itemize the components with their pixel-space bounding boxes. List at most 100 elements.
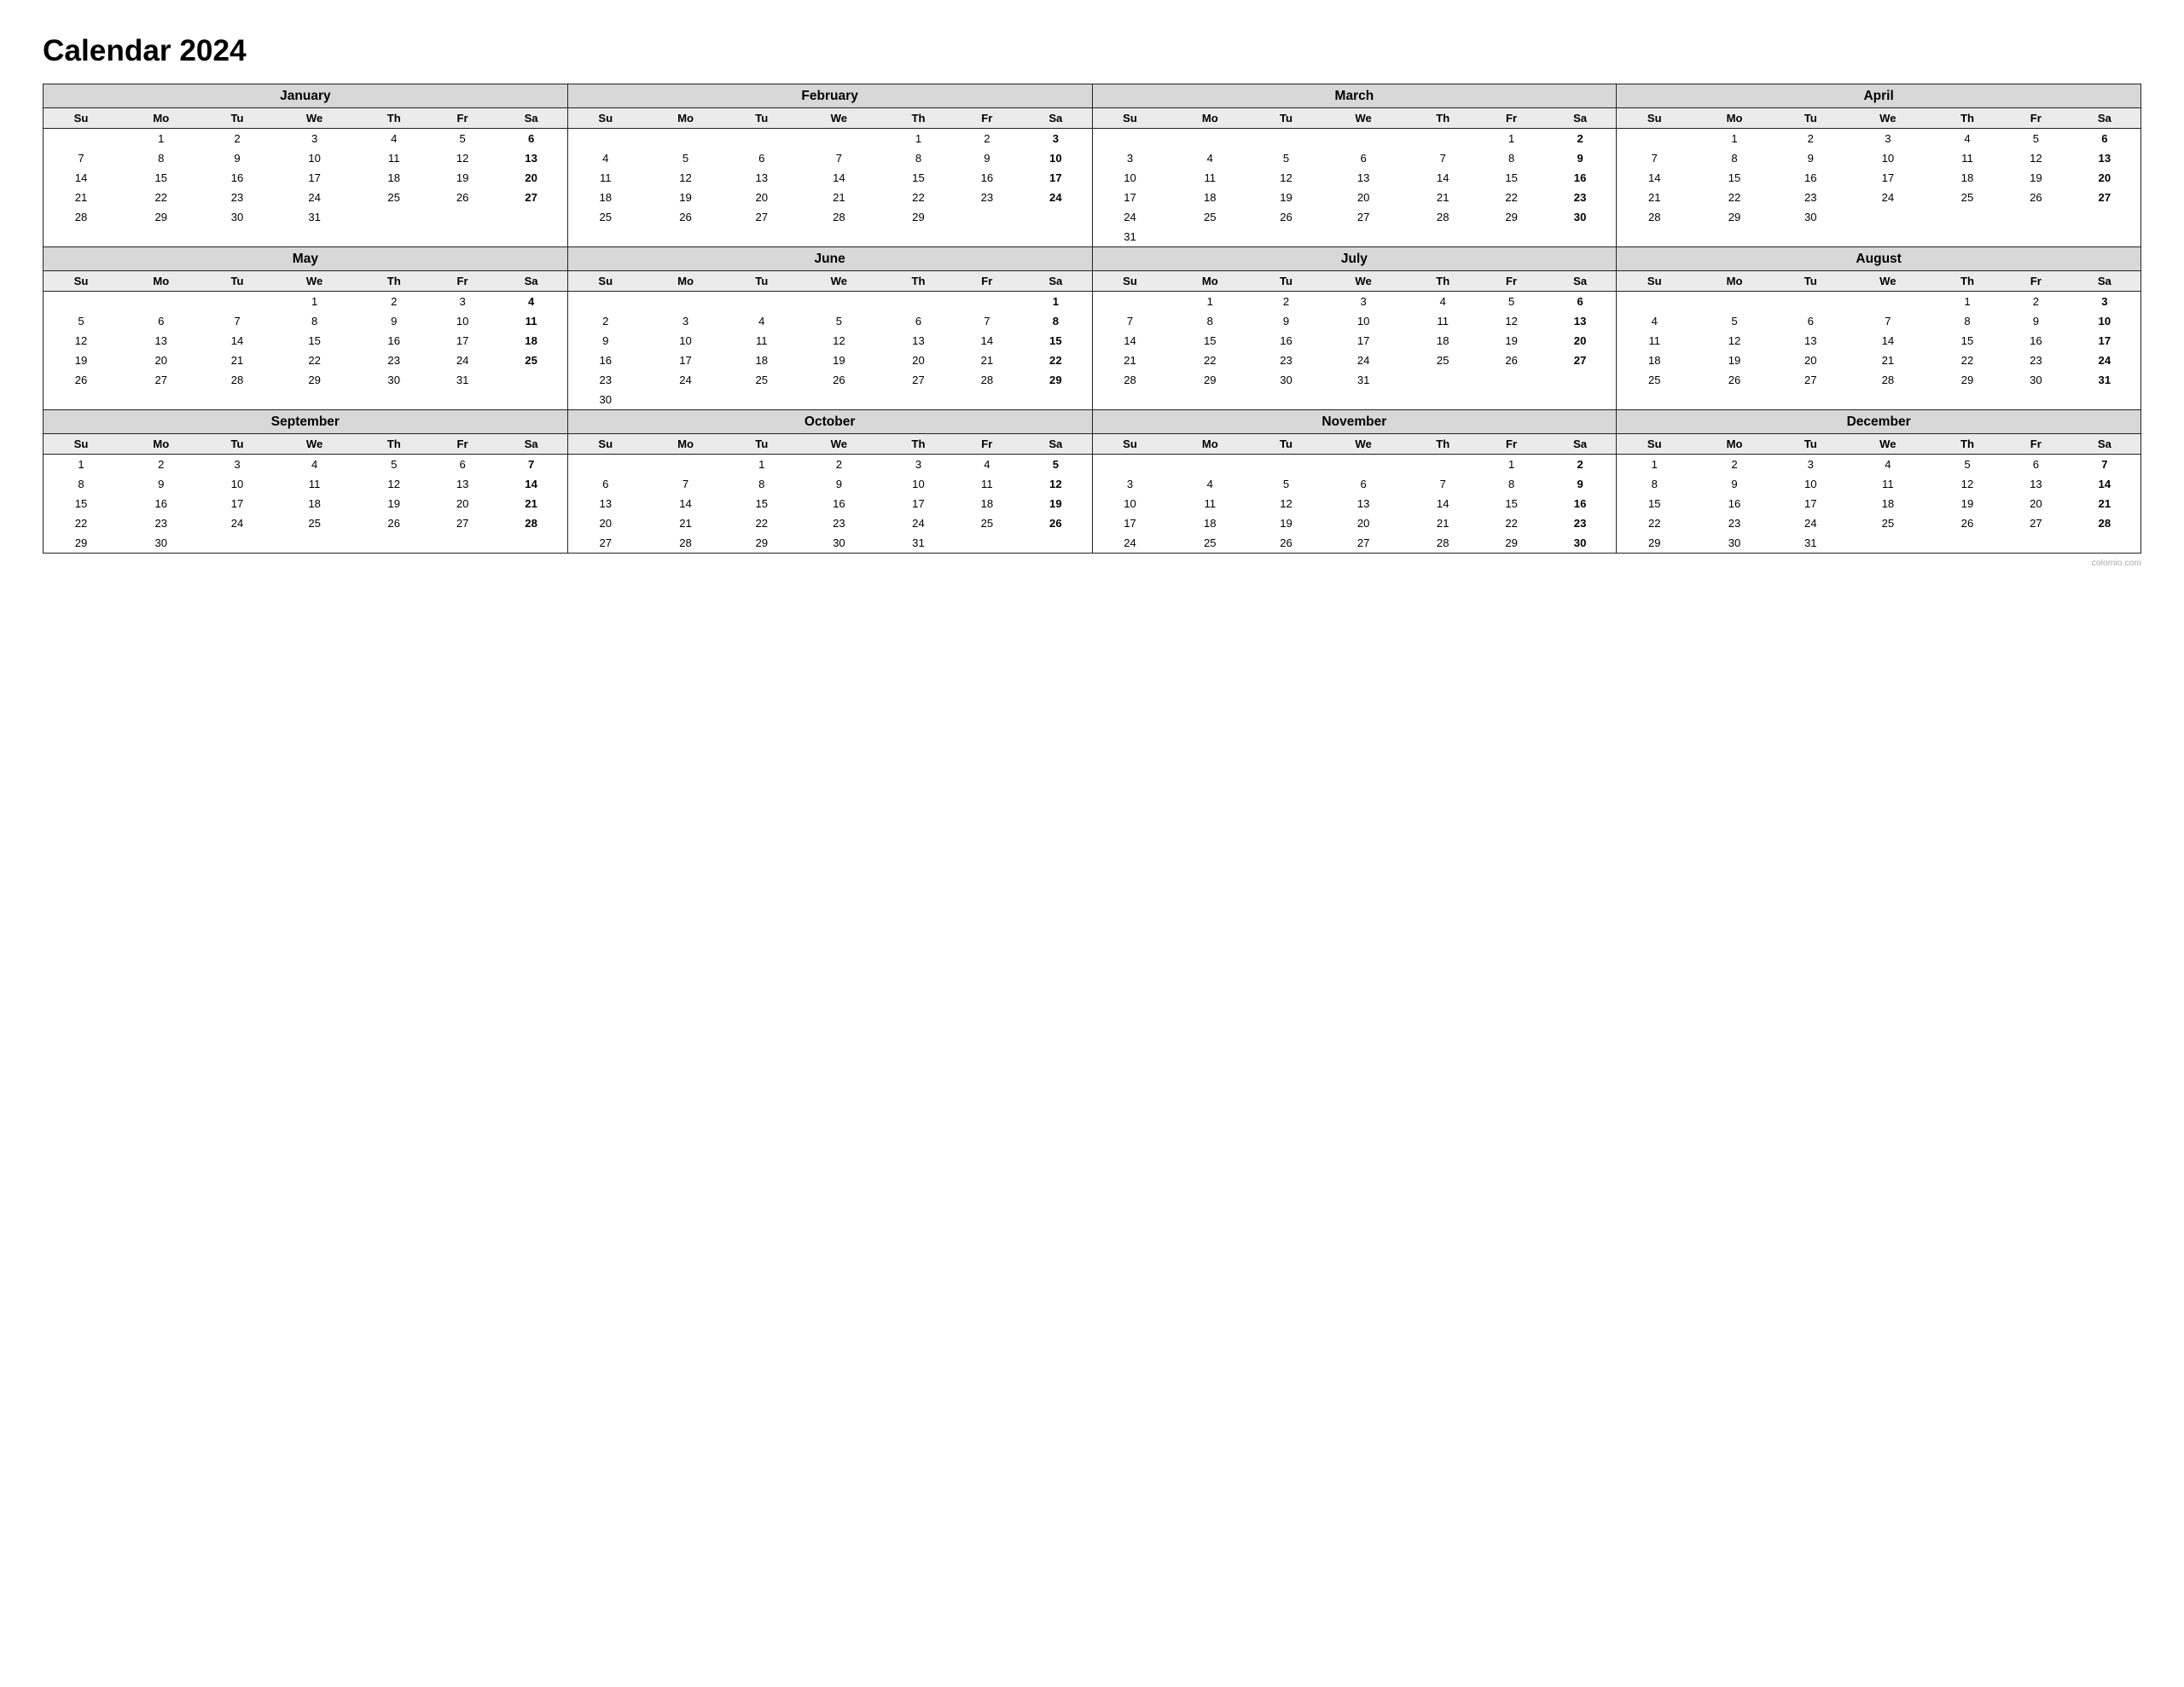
calendar-day: 25 — [1617, 370, 1692, 390]
calendar-day: 12 — [1252, 494, 1320, 513]
calendar-day — [1617, 292, 1692, 312]
day-header-sa: Sa — [2069, 434, 2140, 455]
calendar-day: 15 — [44, 494, 119, 513]
calendar-day: 13 — [119, 331, 203, 351]
calendar-day: 7 — [2069, 455, 2140, 475]
calendar-day: 16 — [568, 351, 643, 370]
calendar-day: 22 — [44, 513, 119, 533]
calendar-day: 10 — [1844, 148, 1931, 168]
calendar-day: 23 — [568, 370, 643, 390]
day-header-tu: Tu — [1777, 108, 1844, 129]
calendar-day: 17 — [882, 494, 954, 513]
calendar-day — [1320, 129, 1407, 149]
calendar-day — [44, 129, 119, 149]
day-header-su: Su — [568, 108, 643, 129]
calendar-day — [795, 390, 882, 409]
day-header-su: Su — [1093, 271, 1168, 292]
month-block-september: SeptemberSuMoTuWeThFrSa12345678910111213… — [44, 410, 568, 554]
month-block-march: MarchSuMoTuWeThFrSa123456789101112131415… — [1093, 84, 1618, 247]
month-title-march: March — [1093, 84, 1617, 108]
calendar-day: 7 — [643, 474, 728, 494]
calendar-day: 8 — [44, 474, 119, 494]
calendar-day: 21 — [204, 351, 271, 370]
month-block-february: FebruarySuMoTuWeThFrSa123456789101112131… — [568, 84, 1093, 247]
calendar-day: 22 — [882, 188, 954, 207]
day-header-tu: Tu — [728, 108, 795, 129]
month-title-october: October — [568, 410, 1092, 434]
calendar-day — [568, 292, 643, 312]
calendar-day — [728, 390, 795, 409]
calendar-day: 4 — [495, 292, 566, 312]
calendar-day: 4 — [358, 129, 430, 149]
calendar-day — [430, 533, 496, 553]
calendar-day: 21 — [1093, 351, 1168, 370]
calendar-day: 23 — [1252, 351, 1320, 370]
calendar-day: 29 — [44, 533, 119, 553]
day-header-fr: Fr — [1478, 434, 1544, 455]
calendar-day: 24 — [204, 513, 271, 533]
calendar-day: 24 — [1093, 207, 1168, 227]
month-block-january: JanuarySuMoTuWeThFrSa1234567891011121314… — [44, 84, 568, 247]
calendar-day: 11 — [358, 148, 430, 168]
calendar-day — [1544, 370, 1616, 390]
calendar-day: 2 — [568, 311, 643, 331]
calendar-day: 31 — [1320, 370, 1407, 390]
calendar-day — [1478, 227, 1544, 246]
calendar-day: 8 — [271, 311, 358, 331]
calendar-day: 20 — [2069, 168, 2140, 188]
calendar-day: 17 — [1320, 331, 1407, 351]
calendar-day: 29 — [728, 533, 795, 553]
day-header-fr: Fr — [1478, 108, 1544, 129]
calendar-day: 26 — [2003, 188, 2069, 207]
calendar-day: 20 — [882, 351, 954, 370]
calendar-day: 19 — [1931, 494, 2003, 513]
calendar-day: 16 — [1544, 168, 1616, 188]
day-header-fr: Fr — [955, 271, 1020, 292]
calendar-day: 16 — [119, 494, 203, 513]
calendar-day: 8 — [1692, 148, 1776, 168]
day-header-sa: Sa — [1019, 108, 1091, 129]
calendar-day: 4 — [568, 148, 643, 168]
calendar-day: 7 — [1093, 311, 1168, 331]
day-header-su: Su — [1093, 108, 1168, 129]
day-header-we: We — [271, 434, 358, 455]
calendar-day: 31 — [271, 207, 358, 227]
month-block-april: AprilSuMoTuWeThFrSa123456789101112131415… — [1617, 84, 2141, 247]
calendar-day — [1617, 129, 1692, 149]
calendar-day: 29 — [1617, 533, 1692, 553]
calendar-day — [1931, 533, 2003, 553]
calendar-day: 17 — [2069, 331, 2140, 351]
day-header-sa: Sa — [495, 271, 566, 292]
calendar-day: 19 — [1252, 188, 1320, 207]
calendar-day: 9 — [955, 148, 1020, 168]
calendar-day — [955, 390, 1020, 409]
calendar-day: 17 — [1777, 494, 1844, 513]
calendar-day — [44, 292, 119, 312]
calendar-day: 6 — [119, 311, 203, 331]
calendar-day: 15 — [728, 494, 795, 513]
calendar-day: 15 — [1617, 494, 1692, 513]
calendar-day: 23 — [795, 513, 882, 533]
calendar-day — [1931, 207, 2003, 227]
calendar-day: 1 — [728, 455, 795, 475]
day-header-tu: Tu — [204, 108, 271, 129]
calendar-day: 6 — [1320, 474, 1407, 494]
day-header-tu: Tu — [204, 271, 271, 292]
day-header-sa: Sa — [1019, 271, 1091, 292]
calendar-day: 18 — [358, 168, 430, 188]
calendar-day: 8 — [1168, 311, 1252, 331]
calendar-day — [1252, 455, 1320, 475]
calendar-day: 7 — [44, 148, 119, 168]
calendar-day — [955, 207, 1020, 227]
day-header-tu: Tu — [728, 434, 795, 455]
calendar-day: 18 — [495, 331, 566, 351]
calendar-day: 27 — [882, 370, 954, 390]
day-header-su: Su — [1617, 434, 1692, 455]
calendar-day: 11 — [1168, 494, 1252, 513]
calendar-day: 17 — [1019, 168, 1091, 188]
month-title-september: September — [44, 410, 567, 434]
calendar-day — [1093, 129, 1168, 149]
calendar-day: 25 — [358, 188, 430, 207]
calendar-day: 1 — [1617, 455, 1692, 475]
calendar-day: 17 — [271, 168, 358, 188]
